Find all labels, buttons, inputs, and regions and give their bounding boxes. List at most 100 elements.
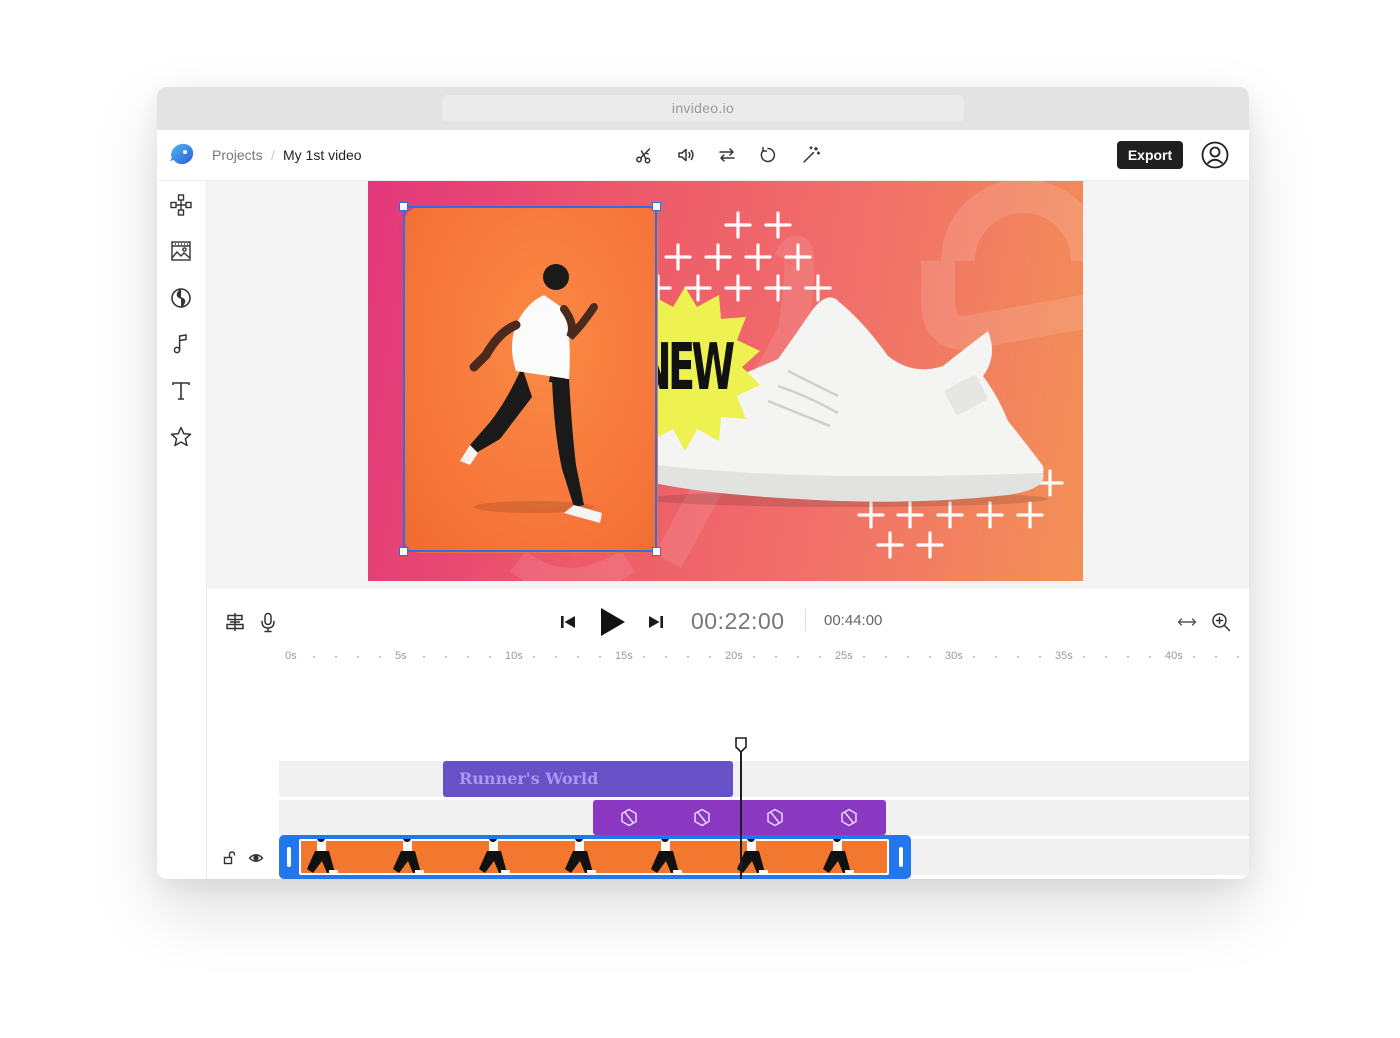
runner-thumbnail: [479, 839, 510, 874]
ruler-tick: [1149, 656, 1151, 658]
ruler-tick: [599, 656, 601, 658]
ruler-tick: [533, 656, 535, 658]
ruler-tick: [489, 656, 491, 658]
text-icon: [172, 382, 190, 400]
rotate-button[interactable]: [755, 142, 781, 168]
invideo-logo[interactable]: [168, 140, 196, 168]
microphone-icon: [261, 612, 275, 633]
breadcrumb-separator: /: [271, 147, 275, 163]
breadcrumb-projects[interactable]: Projects: [212, 130, 263, 180]
timeline-ruler[interactable]: 0s 5s 10s 15s 20s 25s 30s 35s 40s: [277, 645, 1249, 667]
ruler-tick: [1215, 656, 1217, 658]
ruler-label: 10s: [505, 650, 523, 662]
runner-thumbnail: [823, 839, 854, 874]
ruler-tick: [445, 656, 447, 658]
ruler-tick: [1083, 656, 1085, 658]
trim-handle-left[interactable]: [287, 847, 291, 867]
runner-thumbnail: [393, 839, 424, 874]
ruler-tick: [1193, 656, 1195, 658]
split-button[interactable]: [631, 142, 657, 168]
ruler-tick: [313, 656, 315, 658]
export-button[interactable]: Export: [1117, 141, 1183, 169]
sidebar-item-text[interactable]: [168, 378, 194, 404]
zoom-in-icon: [1212, 613, 1231, 632]
music-icon: [173, 334, 187, 354]
ruler-label: 20s: [725, 650, 743, 662]
rotate-icon: [760, 146, 776, 163]
timeline-panel: 00:22:00 00:44:00 0s 5s 10s 15s 20s 25s 30s 35s…: [207, 589, 1249, 879]
ruler-label: 30s: [945, 650, 963, 662]
video-preview[interactable]: NEW: [368, 181, 1083, 581]
ruler-label: 15s: [615, 650, 633, 662]
runner-thumbnail: [307, 839, 338, 874]
trim-handle-right[interactable]: [899, 847, 903, 867]
ruler-tick: [379, 656, 381, 658]
left-sidebar: [157, 181, 207, 879]
runner-thumbnail: [565, 839, 596, 874]
track-visibility-toggle[interactable]: [247, 849, 265, 867]
app-window: invideo.io Projects / My 1st video Expor…: [157, 87, 1249, 879]
ruler-tick: [753, 656, 755, 658]
effect-hexagon-icon: [621, 808, 637, 827]
playhead[interactable]: [740, 739, 742, 879]
ruler-tick: [1105, 656, 1107, 658]
ruler-tick: [687, 656, 689, 658]
ruler-tick: [1017, 656, 1019, 658]
sidebar-item-music[interactable]: [168, 331, 194, 357]
sticker-icon: [171, 288, 191, 308]
resize-handle-bottom-left[interactable]: [399, 547, 408, 556]
sidebar-item-media[interactable]: [168, 238, 194, 264]
star-icon: [170, 426, 192, 447]
account-icon[interactable]: [1200, 140, 1230, 170]
swap-icon: [719, 148, 735, 162]
text-clip[interactable]: Runner's World: [443, 761, 733, 797]
zoom-in-button[interactable]: [1208, 609, 1234, 635]
ruler-label: 25s: [835, 650, 853, 662]
ruler-tick: [863, 656, 865, 658]
current-time: 00:22:00: [691, 608, 785, 634]
align-tracks-button[interactable]: [222, 609, 248, 635]
resize-handle-top-left[interactable]: [399, 202, 408, 211]
breadcrumb-current-project[interactable]: My 1st video: [283, 130, 362, 180]
track-lock-toggle[interactable]: [221, 849, 239, 867]
playhead-handle[interactable]: [734, 737, 748, 753]
ruler-tick: [929, 656, 931, 658]
ruler-tick: [819, 656, 821, 658]
ruler-tick: [665, 656, 667, 658]
resize-handle-top-right[interactable]: [652, 202, 661, 211]
video-thumbnail-strip: [299, 839, 889, 875]
volume-button[interactable]: [673, 142, 699, 168]
selection-box[interactable]: [399, 202, 661, 556]
video-clip[interactable]: [279, 835, 911, 879]
play-button[interactable]: [593, 603, 631, 641]
runner-thumbnail: [651, 839, 682, 874]
fit-timeline-button[interactable]: [1174, 609, 1200, 635]
magic-button[interactable]: [798, 142, 824, 168]
record-voiceover-button[interactable]: [255, 609, 281, 635]
ruler-tick: [555, 656, 557, 658]
resize-handle-bottom-right[interactable]: [652, 547, 661, 556]
elements-icon: [170, 194, 192, 216]
skip-back-button[interactable]: [555, 609, 581, 635]
ruler-label: 0s: [285, 650, 297, 662]
skip-back-icon: [561, 616, 575, 628]
skip-forward-button[interactable]: [643, 609, 669, 635]
sidebar-item-favorites[interactable]: [168, 424, 194, 450]
ruler-tick: [797, 656, 799, 658]
ruler-label: 5s: [395, 650, 407, 662]
swap-button[interactable]: [714, 142, 740, 168]
sidebar-item-stickers[interactable]: [168, 285, 194, 311]
sidebar-item-elements[interactable]: [168, 192, 194, 218]
text-clip-label: Runner's World: [459, 769, 599, 788]
ruler-label: 40s: [1165, 650, 1183, 662]
ruler-tick: [775, 656, 777, 658]
ruler-tick: [1127, 656, 1129, 658]
total-duration: 00:44:00: [824, 612, 883, 629]
time-divider: [805, 609, 806, 631]
ruler-tick: [467, 656, 469, 658]
effect-hexagon-icon: [694, 808, 710, 827]
url-bar[interactable]: invideo.io: [442, 95, 964, 122]
media-icon: [171, 241, 191, 261]
ruler-tick: [357, 656, 359, 658]
effect-hexagon-icon: [767, 808, 783, 827]
